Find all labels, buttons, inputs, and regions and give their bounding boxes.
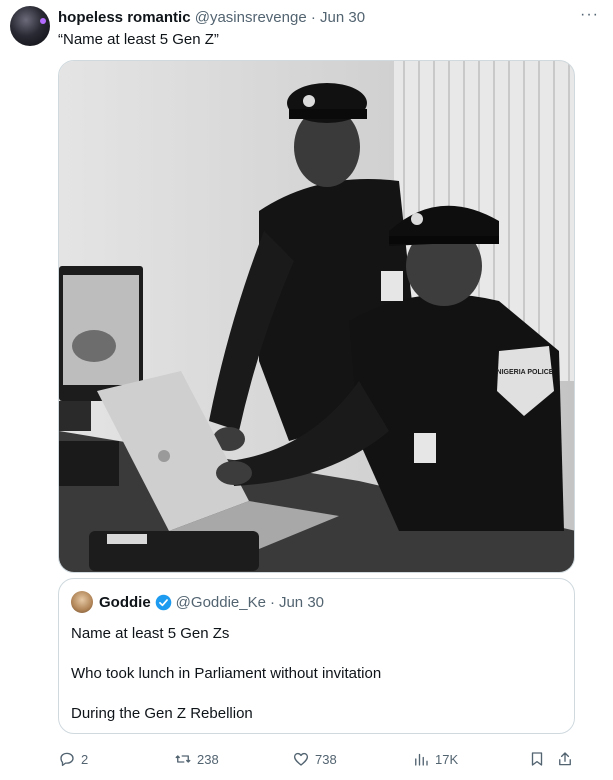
quote-author-name[interactable]: Goddie: [99, 594, 151, 611]
quote-author-avatar[interactable]: [71, 591, 93, 613]
author-name[interactable]: hopeless romantic: [58, 9, 191, 26]
more-horizontal-icon[interactable]: ···: [580, 6, 599, 24]
author-handle[interactable]: @yasinsrevenge: [195, 9, 307, 26]
quote-text-line: Name at least 5 Gen Zs: [71, 625, 230, 642]
police-badge-text: NIGERIA POLICE: [497, 369, 554, 376]
tweet-action-bar: 2 238 738 17K: [58, 750, 578, 770]
like-count: 738: [315, 751, 337, 767]
verified-badge-icon: [155, 594, 171, 611]
photo-illustration: NIGERIA POLICE: [59, 61, 574, 572]
heart-icon: [293, 752, 309, 766]
bookmark-button[interactable]: [528, 750, 546, 768]
reply-count: 2: [81, 751, 89, 767]
repost-count: 238: [197, 751, 219, 767]
repost-icon: [175, 755, 191, 763]
views-button[interactable]: 17K: [412, 750, 458, 768]
reply-button[interactable]: 2: [58, 750, 88, 768]
share-icon: [559, 752, 571, 766]
quote-header: Goddie @Goddie_Ke · Jun 30: [99, 594, 324, 611]
avatar-accent: [40, 18, 46, 24]
quote-text-line: Who took lunch in Parliament without inv…: [71, 665, 382, 682]
reply-icon: [60, 752, 74, 767]
tweet-text: “Name at least 5 Gen Z”: [58, 31, 219, 48]
bookmark-icon: [531, 752, 543, 766]
views-chart-icon: [415, 753, 428, 766]
header-separator: ·: [310, 9, 316, 26]
quote-date[interactable]: Jun 30: [279, 594, 324, 611]
tweet-header: hopeless romantic @yasinsrevenge · Jun 3…: [58, 9, 365, 26]
views-count: 17K: [435, 751, 459, 767]
tweet-date[interactable]: Jun 30: [320, 9, 365, 26]
quote-text-line: During the Gen Z Rebellion: [71, 705, 253, 722]
repost-button[interactable]: 238: [174, 750, 219, 768]
share-button[interactable]: [556, 750, 574, 768]
quote-separator: ·: [269, 594, 275, 611]
like-button[interactable]: 738: [292, 750, 337, 768]
quote-tweet[interactable]: Goddie @Goddie_Ke · Jun 30 Name at least…: [58, 578, 575, 734]
quote-author-handle[interactable]: @Goddie_Ke: [176, 594, 266, 611]
author-avatar[interactable]: [10, 6, 50, 46]
tweet-photo[interactable]: NIGERIA POLICE: [58, 60, 575, 573]
